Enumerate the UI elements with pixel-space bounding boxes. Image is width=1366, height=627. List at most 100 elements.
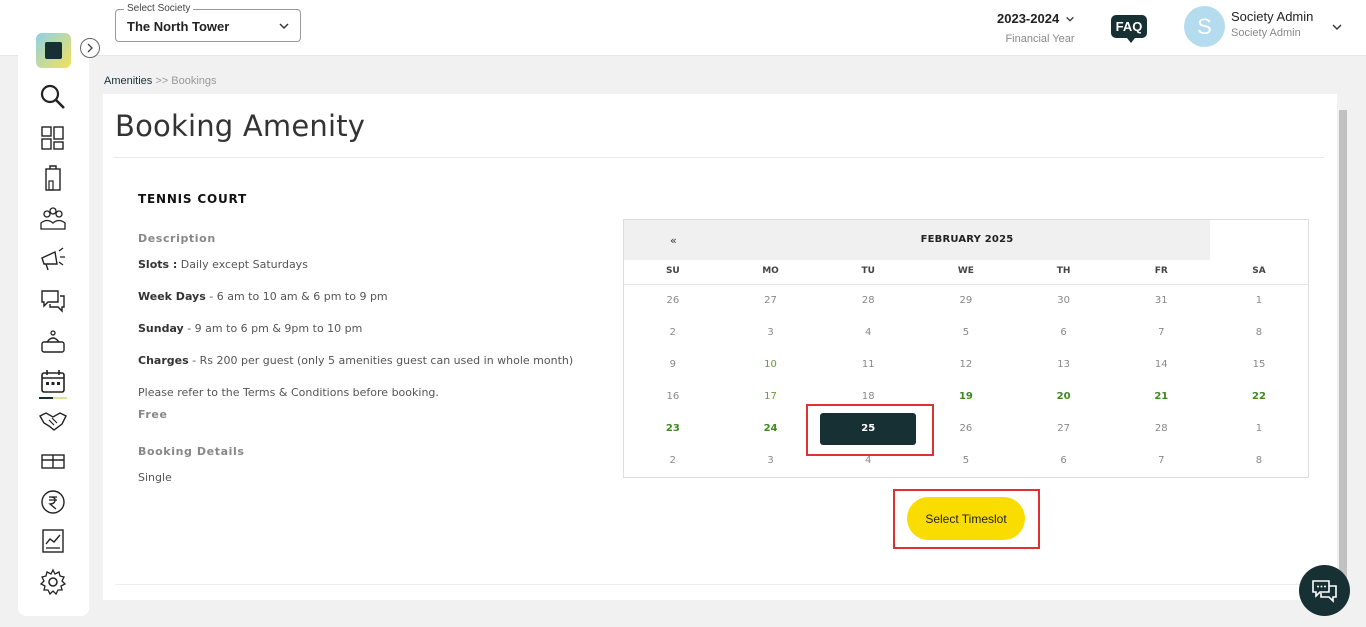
calendar-day: 4 xyxy=(819,317,917,349)
page-scrollbar[interactable] xyxy=(1337,94,1349,606)
calendar-week-row: 26 27 28 29 30 31 1 xyxy=(624,285,1308,317)
breadcrumb-current: Bookings xyxy=(171,75,217,87)
building-icon[interactable] xyxy=(39,165,67,193)
user-menu-chevron-icon[interactable] xyxy=(1331,21,1343,33)
calendar-day-number: 8 xyxy=(1255,455,1263,466)
sidebar-toggle-button[interactable] xyxy=(80,38,100,58)
chat-support-button[interactable] xyxy=(1299,565,1350,616)
dashboard-icon[interactable] xyxy=(39,124,67,152)
slots-label: Slots : xyxy=(138,258,178,271)
calendar-day-number: 7 xyxy=(1158,455,1165,466)
financial-year-selector[interactable]: 2023-2024 Financial Year xyxy=(997,11,1079,45)
calendar-day: 29 xyxy=(917,285,1015,317)
calendar-day-number: 14 xyxy=(1154,359,1168,370)
calendar-day[interactable]: 10 xyxy=(722,349,820,381)
society-select[interactable]: Select Society The North Tower xyxy=(115,3,301,42)
calendar-day-number: 19 xyxy=(958,391,973,402)
calendar-day: 9 xyxy=(624,349,722,381)
footer-divider xyxy=(115,584,1325,585)
calendar-day: 2 xyxy=(624,445,722,477)
calendar-day: 6 xyxy=(1015,317,1113,349)
description-heading: Description xyxy=(138,232,216,245)
calendar-day[interactable]: 23 xyxy=(624,413,722,445)
calendar-day[interactable]: 21 xyxy=(1112,381,1210,413)
calendar-grid: 26 27 28 29 30 31 1 2 3 4 5 6 7 8 9 10 11 12 13 14 15 16 17 18 1… xyxy=(624,285,1308,477)
calendar-day-number: 7 xyxy=(1158,327,1165,338)
settings-icon[interactable] xyxy=(39,568,67,596)
avatar[interactable]: S xyxy=(1184,6,1225,47)
title-divider xyxy=(114,157,1324,158)
calendar-day[interactable]: 24 xyxy=(722,413,820,445)
calendar-day: 8 xyxy=(1210,445,1308,477)
calendar-day-number: 6 xyxy=(1060,327,1067,338)
calendar-day-number: 24 xyxy=(763,423,778,434)
calendar-prev-month-button[interactable]: « xyxy=(670,234,677,247)
calendar-day-number: 30 xyxy=(1057,295,1070,306)
calendar-day: 13 xyxy=(1015,349,1113,381)
calendar-day-number: 27 xyxy=(1057,423,1070,434)
announcement-icon[interactable] xyxy=(39,246,67,274)
financial-year-value: 2023-2024 xyxy=(997,11,1060,26)
calendar-weekday-tu: TU xyxy=(861,266,875,276)
calendar-day-number: 5 xyxy=(962,455,970,466)
calendar-day-number: 12 xyxy=(959,359,973,370)
calendar-month-label[interactable]: FEBRUARY 2025 xyxy=(874,234,1060,245)
service-icon[interactable] xyxy=(39,328,67,356)
calendar-day[interactable]: 20 xyxy=(1015,381,1113,413)
calendar-weekday-we: WE xyxy=(957,266,974,276)
top-bar: Select Society The North Tower 2023-2024… xyxy=(0,0,1366,56)
calendar-week-row: 9 10 11 12 13 14 15 xyxy=(624,349,1308,381)
calendar-day-number: 17 xyxy=(764,391,777,402)
calendar-day: 30 xyxy=(1015,285,1113,317)
residents-icon[interactable] xyxy=(39,205,67,233)
calendar-day-number: 18 xyxy=(861,391,875,402)
booking-type: Single xyxy=(138,471,172,484)
handshake-icon[interactable] xyxy=(39,406,67,434)
calendar-day: 12 xyxy=(917,349,1015,381)
report-icon[interactable] xyxy=(39,527,67,555)
weekdays-value: - 6 am to 10 am & 6 pm to 9 pm xyxy=(205,290,388,303)
rupee-icon[interactable] xyxy=(39,488,67,516)
calendar-day: 31 xyxy=(1112,285,1210,317)
charges-line: Charges - Rs 200 per guest (only 5 ameni… xyxy=(138,354,573,367)
calendar-day[interactable]: 17 xyxy=(722,381,820,413)
chevron-down-icon xyxy=(279,23,289,29)
calendar-day[interactable]: 22 xyxy=(1210,381,1308,413)
calendar-icon[interactable] xyxy=(39,367,67,399)
calendar-day-number: 15 xyxy=(1252,359,1266,370)
calendar-day-number: 9 xyxy=(669,359,677,370)
breadcrumb-separator: >> xyxy=(152,75,172,87)
chat-icon[interactable] xyxy=(39,287,67,315)
selected-date-highlight xyxy=(806,404,934,456)
calendar-day-number: 3 xyxy=(767,455,774,466)
slots-value: Daily except Saturdays xyxy=(177,258,308,271)
faq-button[interactable]: FAQ xyxy=(1111,15,1147,43)
calendar-day: 27 xyxy=(722,285,820,317)
select-timeslot-button[interactable]: Select Timeslot xyxy=(907,497,1025,540)
calendar-week-row: 2 3 4 5 6 7 8 xyxy=(624,317,1308,349)
breadcrumb: Amenities >> Bookings xyxy=(104,75,217,87)
terms-note: Please refer to the Terms & Conditions b… xyxy=(138,386,439,399)
calendar-day: 2 xyxy=(624,317,722,349)
breadcrumb-amenities-link[interactable]: Amenities xyxy=(104,75,152,87)
weekdays-label: Week Days xyxy=(138,290,206,303)
calendar-week-row: 2 3 4 5 6 7 8 xyxy=(624,445,1308,477)
weekdays-line: Week Days - 6 am to 10 am & 6 pm to 9 pm xyxy=(138,290,388,303)
calendar-day-number: 10 xyxy=(764,359,777,370)
sunday-line: Sunday - 9 am to 6 pm & 9pm to 10 pm xyxy=(138,322,362,335)
scrollbar-thumb[interactable] xyxy=(1339,110,1347,600)
user-role: Society Admin xyxy=(1231,27,1301,39)
user-name: Society Admin xyxy=(1231,9,1314,24)
search-icon[interactable] xyxy=(39,83,67,111)
calendar-day-number: 29 xyxy=(959,295,973,306)
parcel-icon[interactable] xyxy=(39,447,67,475)
calendar-weekday-th: TH xyxy=(1056,266,1071,276)
slots-line: Slots : Daily except Saturdays xyxy=(138,258,308,271)
calendar-day-number: 4 xyxy=(865,455,872,466)
calendar-day: 7 xyxy=(1112,445,1210,477)
calendar-day: 26 xyxy=(624,285,722,317)
calendar-day-number: 2 xyxy=(669,455,677,466)
calendar-day-number: 2 xyxy=(669,327,677,338)
calendar-day-number: 11 xyxy=(861,359,875,370)
amenity-name: TENNIS COURT xyxy=(138,192,247,206)
